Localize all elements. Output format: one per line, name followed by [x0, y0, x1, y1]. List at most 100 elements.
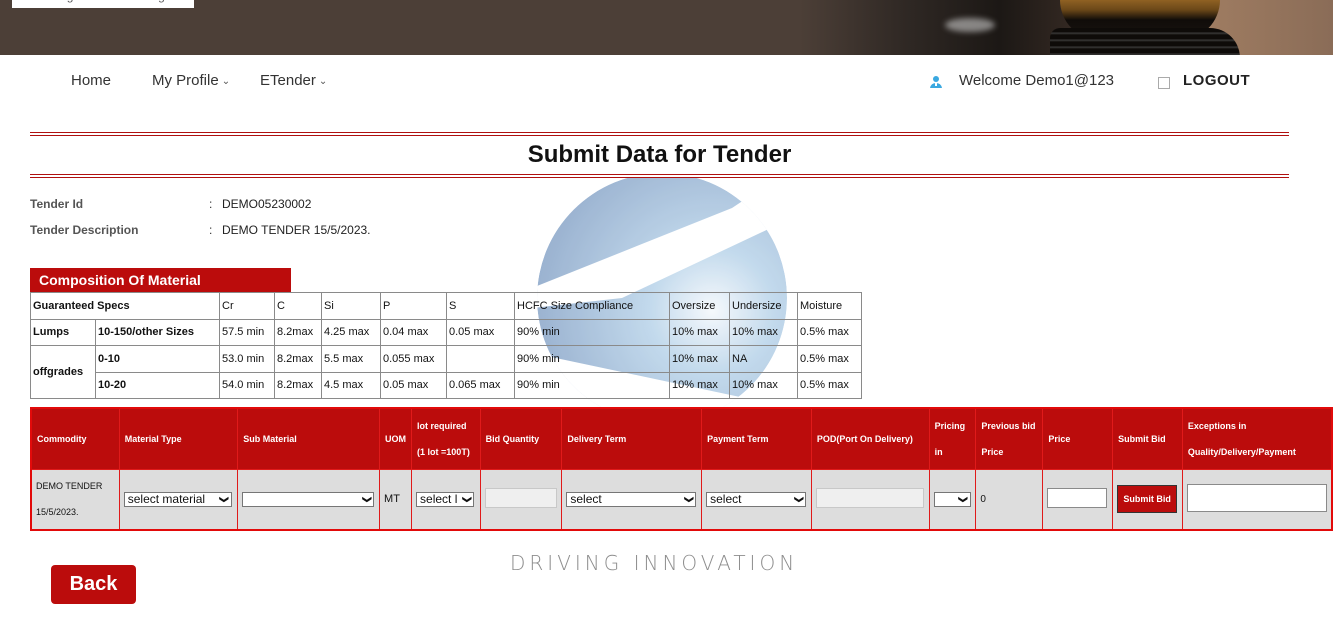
lot-required-value: select l: [420, 492, 458, 507]
cell-price: [1042, 468, 1114, 531]
header-price: Price: [1042, 407, 1114, 470]
chevron-down-icon: ⌄: [221, 76, 231, 87]
nav-home-label: Home: [71, 72, 112, 89]
banner-decoration: [945, 18, 995, 32]
bid-quantity-input[interactable]: [484, 488, 557, 509]
header-uom: UOM: [379, 407, 413, 470]
cell-s: 0.05 max: [446, 318, 515, 346]
cell-undersize: NA: [729, 345, 798, 373]
tender-id-label: Tender Id: [30, 197, 84, 211]
back-button[interactable]: Back: [51, 565, 136, 604]
chevron-down-icon: ❯: [958, 495, 969, 504]
nav-home[interactable]: Home: [71, 72, 111, 89]
pricing-in-select[interactable]: ❯: [933, 492, 971, 507]
cell-cr: 54.0 min: [219, 371, 275, 399]
cell-previous-bid-price: 0: [975, 468, 1044, 531]
commodity-line2: 15/5/2023.: [36, 507, 79, 518]
sub-material-select[interactable]: ❯: [242, 492, 375, 507]
delivery-term-select[interactable]: select ❯: [566, 491, 697, 507]
cell-cr: 57.5 min: [219, 318, 275, 346]
logo: Sourcing and Outsourcing: [12, 0, 194, 8]
cell-s: 0.065 max: [446, 371, 515, 399]
header-submit-bid: Submit Bid: [1112, 407, 1183, 470]
header-bid-quantity: Bid Quantity: [479, 407, 563, 470]
exceptions-input[interactable]: [1186, 484, 1327, 513]
material-type-select[interactable]: select material ❯: [123, 491, 232, 507]
nav-etender-label: ETender: [260, 72, 316, 89]
header-lot-required: lot required (1 lot =100T): [411, 407, 481, 470]
cell-payment-term: select ❯: [701, 468, 812, 531]
cell-c: 8.2max: [274, 318, 322, 346]
title-divider-bottom: [30, 174, 1289, 178]
table-row: offgrades 0-10 53.0 min 8.2max 5.5 max 0…: [30, 345, 862, 399]
header-exceptions-line1: Exceptions in: [1187, 420, 1247, 431]
cell-undersize: 10% max: [729, 318, 798, 346]
cell-bid-quantity: [479, 468, 563, 531]
cell-exceptions: [1181, 468, 1333, 531]
header-si: Si: [321, 292, 381, 320]
cell-moisture: 0.5% max: [797, 318, 862, 346]
user-icon: [930, 76, 942, 88]
header-moisture: Moisture: [797, 292, 862, 320]
tender-id-separator: :: [209, 197, 213, 211]
header-previous-bid-line1: Previous bid: [981, 420, 1036, 431]
bid-header-row: Commodity Material Type Sub Material UOM…: [30, 407, 1333, 470]
header-pricing-in-line1: Pricing: [934, 420, 966, 431]
cell-uom: MT: [379, 468, 413, 531]
composition-table: Guaranteed Specs Cr C Si P S HCFC Size C…: [30, 292, 862, 399]
cell-c: 8.2max: [274, 345, 322, 373]
cell-hcfc: 90% min: [514, 371, 670, 399]
composition-section-title: Composition Of Material: [30, 268, 291, 292]
cell-s: [446, 345, 515, 373]
cell-p: 0.055 max: [380, 345, 447, 373]
nav-my-profile-label: My Profile: [152, 72, 219, 89]
page-title: Submit Data for Tender: [527, 141, 792, 168]
tender-description-label: Tender Description: [30, 223, 139, 237]
header-lot-required-line1: lot required: [417, 420, 467, 431]
chevron-down-icon: ❯: [684, 495, 695, 504]
header-pod: POD(Port On Delivery): [810, 407, 930, 470]
price-input[interactable]: [1047, 488, 1108, 509]
nav-etender[interactable]: ETender ⌄: [260, 72, 327, 89]
header-p: P: [380, 292, 447, 320]
cell-material-type: select material ❯: [118, 468, 239, 531]
cell-group: Lumps: [30, 318, 96, 346]
header-guaranteed-specs: Guaranteed Specs: [30, 292, 220, 320]
cell-si: 4.5 max: [321, 371, 381, 399]
header-oversize: Oversize: [669, 292, 730, 320]
chevron-down-icon: ❯: [219, 495, 230, 504]
cell-size: 10-20: [95, 371, 220, 399]
material-type-value: select material: [127, 492, 206, 507]
header-undersize: Undersize: [729, 292, 798, 320]
cell-c: 8.2max: [274, 371, 322, 399]
cell-size: 0-10: [95, 345, 220, 373]
lot-required-select[interactable]: select l ❯: [416, 491, 475, 507]
cell-group: offgrades: [30, 345, 96, 399]
bid-table: Commodity Material Type Sub Material UOM…: [30, 407, 1333, 531]
chevron-down-icon: ❯: [362, 495, 373, 504]
top-nav: Home My Profile ⌄ ETender ⌄ Welcome Demo1@…: [0, 55, 1333, 110]
logout-link[interactable]: LOGOUT: [1183, 72, 1250, 89]
nav-my-profile[interactable]: My Profile ⌄: [152, 72, 230, 89]
logout-icon[interactable]: [1158, 77, 1170, 89]
bid-row: DEMO TENDER 15/5/2023. select material ❯ ❯…: [30, 468, 1333, 531]
cell-hcfc: 90% min: [514, 318, 670, 346]
cell-lot-required: select l ❯: [411, 468, 481, 531]
cell-cr: 53.0 min: [219, 345, 275, 373]
header-banner: Sourcing and Outsourcing: [0, 0, 1333, 55]
cell-si: 4.25 max: [321, 318, 381, 346]
tender-id-value: DEMO05230002: [222, 197, 312, 211]
cell-p: 0.04 max: [380, 318, 447, 346]
cell-p: 0.05 max: [380, 371, 447, 399]
header-sub-material: Sub Material: [237, 407, 381, 470]
tagline: DRIVING INNOVATION: [510, 551, 799, 575]
cell-moisture: 0.5% max: [797, 345, 862, 373]
header-payment-term: Payment Term: [701, 407, 812, 470]
header-commodity: Commodity: [30, 407, 120, 470]
cell-pod: [810, 468, 930, 531]
header-previous-bid-line2: Price: [981, 446, 1004, 457]
payment-term-select[interactable]: select ❯: [706, 491, 807, 507]
pod-input[interactable]: [815, 488, 924, 509]
submit-bid-button[interactable]: Submit Bid: [1117, 485, 1178, 514]
cell-oversize: 10% max: [669, 318, 730, 346]
